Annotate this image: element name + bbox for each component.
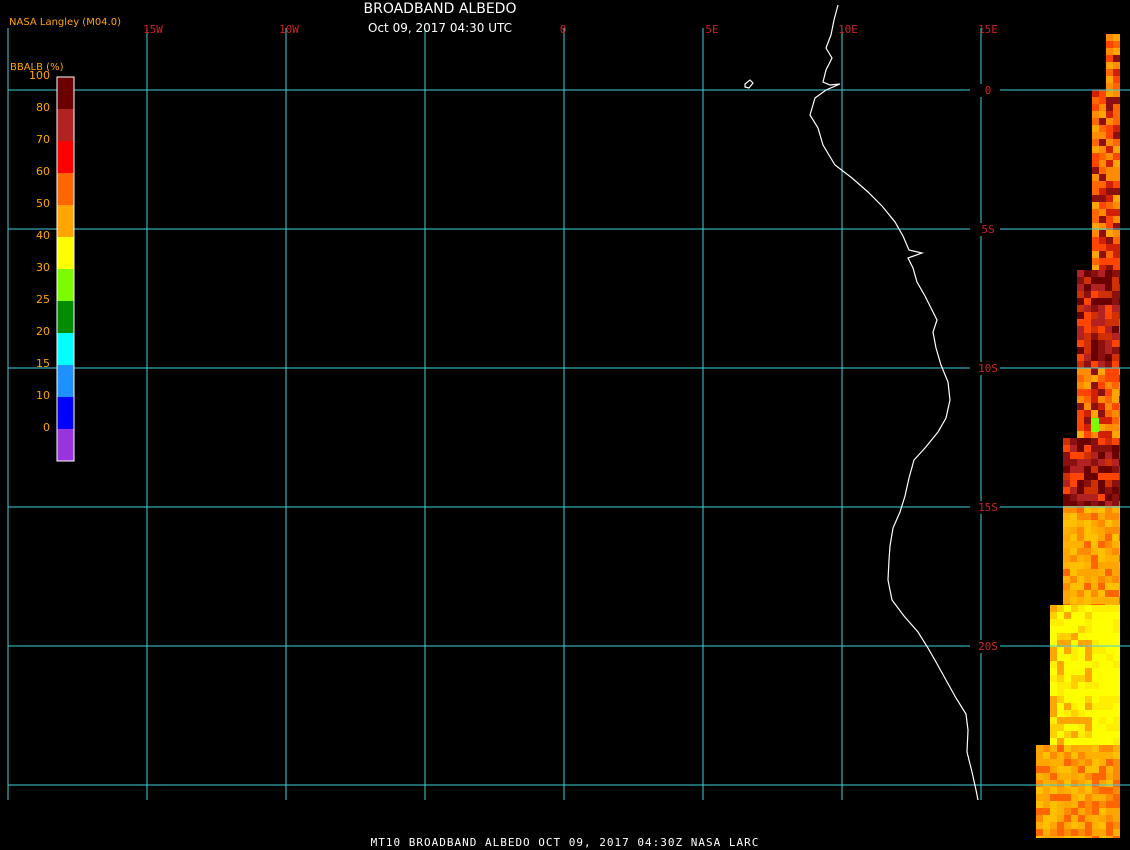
lat-lon-grid xyxy=(7,28,1130,800)
colorbar-swatch xyxy=(57,365,74,397)
lat-label: 15S xyxy=(978,501,998,514)
colorbar-tick-label: 80 xyxy=(36,101,50,114)
lat-label: 5S xyxy=(981,223,994,236)
colorbar-tick-label: 100 xyxy=(29,69,50,82)
lon-label: 15E xyxy=(978,23,998,36)
satellite-albedo-swath xyxy=(1036,34,1120,838)
colorbar-tick-label: 15 xyxy=(36,357,50,370)
colorbar-tick-label: 50 xyxy=(36,197,50,210)
colorbar-tick-label: 30 xyxy=(36,261,50,274)
colorbar-swatch xyxy=(57,333,74,365)
colorbar-swatch xyxy=(57,109,74,141)
colorbar-tick-label: 10 xyxy=(36,389,50,402)
colorbar-swatch xyxy=(57,429,74,461)
colorbar-swatch xyxy=(57,77,74,109)
colorbar-tick-label: 0 xyxy=(43,421,50,434)
lat-label: 10S xyxy=(978,362,998,375)
lat-label: 20S xyxy=(978,640,998,653)
colorbar-swatch xyxy=(57,397,74,429)
island-outline xyxy=(744,79,754,89)
latitude-labels: 0 5S 10S 15S 20S xyxy=(970,84,1000,653)
map-timestamp: Oct 09, 2017 04:30 UTC xyxy=(368,21,512,35)
african-coastline xyxy=(809,4,979,801)
colorbar-tick-label: 20 xyxy=(36,325,50,338)
map-title: BROADBAND ALBEDO xyxy=(363,1,517,17)
colorbar-tick-label: 60 xyxy=(36,165,50,178)
lat-label: 0 xyxy=(985,84,992,97)
footer-caption: MT10 BROADBAND ALBEDO OCT 09, 2017 04:30… xyxy=(370,836,760,849)
colorbar-swatch xyxy=(57,205,74,237)
colorbar-swatch xyxy=(57,141,74,173)
colorbar-tick-label: 70 xyxy=(36,133,50,146)
albedo-map: 15W 10W 0 5E 10E 15E 05S10S15S20S xyxy=(7,4,1130,838)
colorbar-swatch xyxy=(57,173,74,205)
colorbar xyxy=(56,76,75,462)
colorbar-swatch xyxy=(57,301,74,333)
colorbar-tick-label: 40 xyxy=(36,229,50,242)
colorbar-swatch xyxy=(57,237,74,269)
colorbar-tick-label: 25 xyxy=(36,293,50,306)
colorbar-swatch xyxy=(57,269,74,301)
